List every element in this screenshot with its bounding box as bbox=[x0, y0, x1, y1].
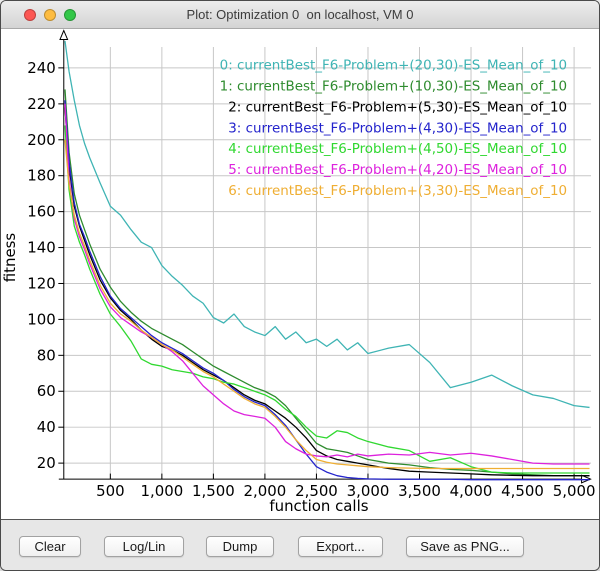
y-tick-label: 220 bbox=[27, 95, 55, 113]
save-as-png-button[interactable]: Save as PNG... bbox=[406, 536, 524, 557]
window-title: Plot: Optimization 0 on localhost, VM 0 bbox=[1, 1, 599, 28]
x-tick-label: 3,500 bbox=[398, 482, 441, 500]
plot-panel: 20 40 60 80 100 120 140 160 180 200 220 240 500 1,000… bbox=[1, 29, 599, 520]
y-tick-label: 20 bbox=[37, 454, 56, 472]
title-bar: Plot: Optimization 0 on localhost, VM 0 bbox=[1, 1, 599, 29]
x-tick-label: 1,500 bbox=[192, 482, 235, 500]
dump-button[interactable]: Dump bbox=[206, 536, 274, 557]
legend-entry-5: 5: currentBest_F6-Problem+(4,20)-ES_Mean… bbox=[228, 163, 567, 178]
clear-button[interactable]: Clear bbox=[19, 536, 81, 557]
x-tick-label: 4,000 bbox=[450, 482, 493, 500]
legend-entry-2: 2: currentBest_F6-Problem+(5,30)-ES_Mean… bbox=[228, 100, 567, 115]
legend-entry-0: 0: currentBest_F6-Problem+(20,30)-ES_Mea… bbox=[220, 58, 567, 73]
legend-entry-1: 1: currentBest_F6-Problem+(10,30)-ES_Mea… bbox=[220, 79, 567, 94]
y-tick-label: 60 bbox=[37, 382, 56, 400]
legend: 0: currentBest_F6-Problem+(20,30)-ES_Mea… bbox=[220, 58, 567, 199]
x-axis-label: function calls bbox=[269, 497, 368, 515]
export-button[interactable]: Export... bbox=[298, 536, 383, 557]
legend-entry-6: 6: currentBest_F6-Problem+(3,30)-ES_Mean… bbox=[228, 184, 567, 199]
y-axis-label: fitness bbox=[1, 233, 19, 283]
legend-entry-3: 3: currentBest_F6-Problem+(4,30)-ES_Mean… bbox=[228, 121, 567, 136]
x-tick-label: 4,500 bbox=[501, 482, 544, 500]
series-line-0 bbox=[65, 41, 590, 407]
log-lin-button[interactable]: Log/Lin bbox=[104, 536, 184, 557]
plot-canvas: 20 40 60 80 100 120 140 160 180 200 220 240 500 1,000… bbox=[1, 29, 599, 519]
y-tick-label: 120 bbox=[27, 274, 55, 292]
y-tick-label: 180 bbox=[27, 167, 55, 185]
y-axis-arrow-icon bbox=[60, 30, 68, 39]
y-tick-label: 160 bbox=[27, 203, 55, 221]
y-tick-label: 100 bbox=[27, 310, 55, 328]
button-bar: Clear Log/Lin Dump Export... Save as PNG… bbox=[1, 520, 599, 570]
y-tick-label: 80 bbox=[37, 346, 56, 364]
x-tick-label: 1,000 bbox=[140, 482, 183, 500]
y-tick-label: 200 bbox=[27, 131, 55, 149]
y-tick-label: 40 bbox=[37, 418, 56, 436]
legend-entry-4: 4: currentBest_F6-Problem+(4,50)-ES_Mean… bbox=[228, 142, 567, 157]
y-tick-label: 140 bbox=[27, 239, 55, 257]
plot-window: Plot: Optimization 0 on localhost, VM 0 … bbox=[0, 0, 600, 571]
x-tick-label: 5,000 bbox=[553, 482, 596, 500]
x-tick-label: 500 bbox=[96, 482, 124, 500]
y-tick-label: 240 bbox=[27, 59, 55, 77]
